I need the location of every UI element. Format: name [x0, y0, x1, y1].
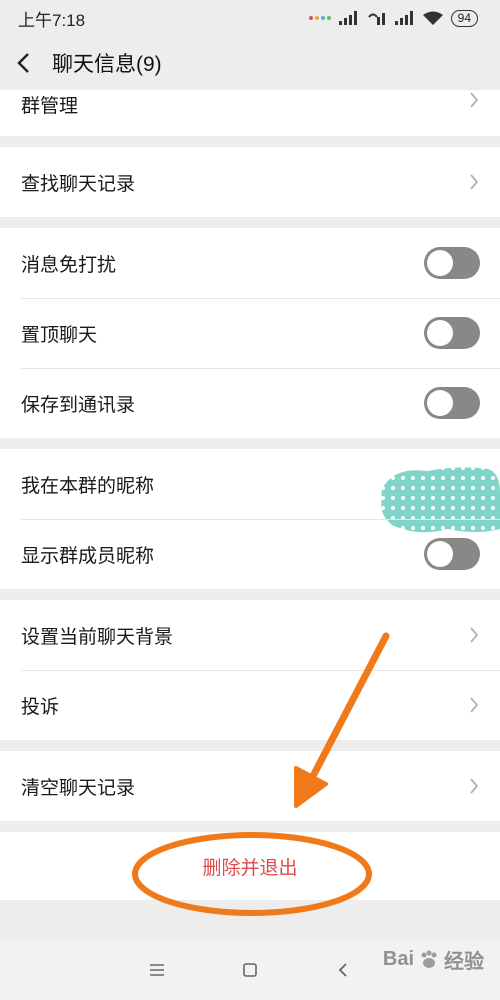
watermark-suffix: 经验: [444, 951, 484, 973]
status-time: 上午7:18: [18, 10, 86, 30]
toggle-knob: [427, 320, 453, 346]
section-toggles: 消息免打扰 置顶聊天 保存到通讯录: [0, 228, 500, 438]
chevron-right-icon: [468, 172, 480, 192]
section-find-history: 查找聊天记录: [0, 147, 500, 217]
pin-toggle[interactable]: [424, 317, 480, 349]
cellular-signal-icon: [338, 11, 357, 25]
section-background-report: 设置当前聊天背景 投诉: [0, 600, 500, 740]
row-pin: 置顶聊天: [0, 298, 500, 368]
chevron-right-icon: [468, 695, 480, 715]
row-label: 显示群成员昵称: [21, 545, 155, 567]
wifi-icon: [422, 11, 443, 25]
row-label: 保存到通讯录: [21, 394, 136, 416]
toggle-knob: [427, 250, 453, 276]
section-clear-history: 清空聊天记录: [0, 751, 500, 821]
delete-exit-label: 删除并退出: [202, 857, 298, 879]
row-mute: 消息免打扰: [0, 228, 500, 298]
row-label: 投诉: [21, 696, 60, 718]
paw-icon: [421, 950, 437, 968]
row-label: 清空聊天记录: [21, 777, 136, 799]
row-group-manage[interactable]: 群管理: [0, 90, 500, 136]
chevron-right-icon: [468, 625, 480, 645]
settings-list: 群管理 查找聊天记录 消息免打扰 置顶聊天 保存到通讯录 我在本群的昵称 显示群…: [0, 90, 500, 900]
row-report[interactable]: 投诉: [0, 670, 500, 740]
delete-exit-button[interactable]: 删除并退出: [0, 832, 500, 900]
chevron-left-icon[interactable]: [16, 52, 38, 74]
page-title: 聊天信息(9): [52, 53, 162, 76]
row-label: 设置当前聊天背景: [21, 626, 174, 648]
status-icons: 94: [308, 9, 478, 27]
square-home-icon[interactable]: [238, 958, 262, 982]
baidu-watermark: Bai 经验: [383, 945, 484, 974]
section-group-manage: 群管理: [0, 90, 500, 136]
chevron-right-icon: [468, 90, 480, 110]
missed-call-signal-icon: [367, 13, 385, 25]
row-my-nickname[interactable]: 我在本群的昵称: [0, 449, 500, 533]
chevron-right-icon: [468, 776, 480, 796]
row-save-contacts: 保存到通讯录: [0, 368, 500, 438]
row-label: 群管理: [21, 96, 79, 117]
watermark-text: Bai: [382, 948, 414, 970]
save-contacts-toggle[interactable]: [424, 387, 480, 419]
header: 聊天信息(9): [0, 36, 500, 90]
battery-indicator: 94: [450, 9, 478, 27]
notification-dots-icon: [308, 16, 331, 20]
menu-icon[interactable]: [145, 958, 169, 982]
row-set-background[interactable]: 设置当前聊天背景: [0, 600, 500, 670]
show-nicknames-toggle[interactable]: [424, 538, 480, 570]
toggle-knob: [427, 541, 453, 567]
status-bar: 上午7:18 94: [0, 0, 500, 36]
row-label: 我在本群的昵称: [21, 475, 155, 497]
row-label: 消息免打扰: [21, 254, 117, 276]
row-clear-history[interactable]: 清空聊天记录: [0, 751, 500, 821]
section-nickname: 我在本群的昵称 显示群成员昵称: [0, 449, 500, 589]
row-show-nicknames: 显示群成员昵称: [0, 519, 500, 589]
cellular-signal-icon: [394, 11, 413, 25]
row-label: 查找聊天记录: [21, 173, 136, 195]
back-triangle-icon[interactable]: [331, 958, 355, 982]
row-find-history[interactable]: 查找聊天记录: [0, 147, 500, 217]
toggle-knob: [427, 390, 453, 416]
row-label: 置顶聊天: [21, 324, 98, 346]
mute-toggle[interactable]: [424, 247, 480, 279]
